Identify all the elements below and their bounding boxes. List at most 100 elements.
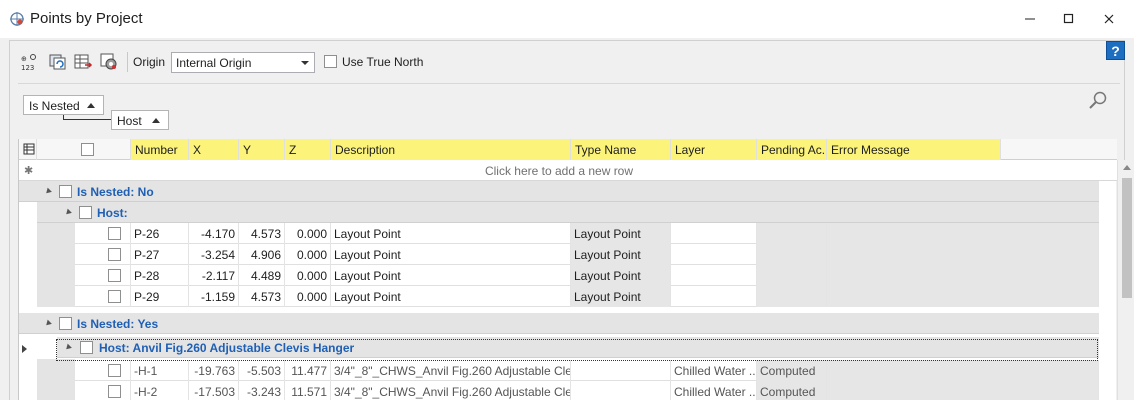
new-row-text: Click here to add a new row xyxy=(484,164,634,178)
cell-description[interactable]: 3/4"_8"_CHWS_Anvil Fig.260 Adjustable Cl… xyxy=(331,381,571,400)
column-header-x[interactable]: X xyxy=(189,139,239,160)
number-points-icon[interactable]: ⊕ 123 xyxy=(20,52,40,72)
cell-pending-action xyxy=(757,223,827,244)
cell-pending-action: Computed xyxy=(757,381,827,400)
row-checkbox[interactable] xyxy=(108,227,121,240)
cell-z[interactable]: 0.000 xyxy=(285,244,331,265)
group-chip-label: Is Nested xyxy=(29,99,80,113)
cell-layer[interactable] xyxy=(671,223,757,244)
cell-layer[interactable]: Chilled Water ... xyxy=(671,381,757,400)
minimize-button[interactable] xyxy=(1013,6,1047,32)
column-header-z[interactable]: Z xyxy=(285,139,331,160)
group-chip-label: Host xyxy=(117,114,142,128)
maximize-icon xyxy=(1063,13,1074,24)
cell-x[interactable]: -17.503 xyxy=(189,381,239,400)
group-indent xyxy=(57,359,75,400)
toolbar-separator xyxy=(127,52,128,72)
cell-number[interactable]: -H-2 xyxy=(131,381,189,400)
cell-type-name: Layout Point xyxy=(571,286,671,307)
cell-number[interactable]: P-29 xyxy=(131,286,189,307)
cell-y[interactable]: 4.573 xyxy=(239,286,285,307)
group-checkbox[interactable] xyxy=(59,317,72,330)
settings-gear-icon[interactable] xyxy=(99,52,119,72)
cell-y[interactable]: -5.503 xyxy=(239,360,285,381)
cell-error-message xyxy=(827,360,1099,381)
cell-description[interactable]: 3/4"_8"_CHWS_Anvil Fig.260 Adjustable Cl… xyxy=(331,360,571,381)
column-header-y[interactable]: Y xyxy=(239,139,285,160)
group-chip-is-nested[interactable]: Is Nested xyxy=(23,95,104,115)
column-header-layer[interactable]: Layer xyxy=(671,139,757,160)
cell-description[interactable]: Layout Point xyxy=(331,223,571,244)
table-row[interactable]: -H-2 -17.503 -3.243 11.571 3/4"_8"_CHWS_… xyxy=(75,381,1099,400)
export-table-icon[interactable] xyxy=(73,52,93,72)
cell-x[interactable]: -19.763 xyxy=(189,360,239,381)
cell-layer[interactable] xyxy=(671,286,757,307)
refresh-icon[interactable] xyxy=(48,52,68,72)
group-chip-host[interactable]: Host xyxy=(111,110,169,130)
row-check-cell xyxy=(75,360,131,381)
cell-z[interactable]: 0.000 xyxy=(285,223,331,244)
group-connector xyxy=(63,119,111,120)
chevron-down-icon xyxy=(301,61,309,65)
group-row-is-nested-yes[interactable]: Is Nested: Yes xyxy=(19,313,1099,334)
cell-z[interactable]: 11.571 xyxy=(285,381,331,400)
cell-description[interactable]: Layout Point xyxy=(331,286,571,307)
vertical-scrollbar[interactable] xyxy=(1117,160,1134,400)
select-all-checkbox[interactable] xyxy=(81,143,94,156)
cell-z[interactable]: 0.000 xyxy=(285,265,331,286)
cell-x[interactable]: -1.159 xyxy=(189,286,239,307)
group-checkbox[interactable] xyxy=(79,206,92,219)
column-header-description[interactable]: Description xyxy=(331,139,571,160)
group-row-is-nested-no[interactable]: Is Nested: No xyxy=(19,181,1099,202)
cell-z[interactable]: 0.000 xyxy=(285,286,331,307)
cell-layer[interactable] xyxy=(671,265,757,286)
new-row[interactable]: ✱ Click here to add a new row xyxy=(19,160,1117,181)
cell-x[interactable]: -3.254 xyxy=(189,244,239,265)
search-icon[interactable] xyxy=(1088,91,1108,111)
cell-number[interactable]: -H-1 xyxy=(131,360,189,381)
row-checkbox[interactable] xyxy=(108,364,121,377)
column-chooser-icon xyxy=(23,143,35,155)
cell-y[interactable]: -3.243 xyxy=(239,381,285,400)
row-checkbox[interactable] xyxy=(108,385,121,398)
column-header-type-name[interactable]: Type Name xyxy=(571,139,671,160)
cell-layer[interactable] xyxy=(671,244,757,265)
cell-description[interactable]: Layout Point xyxy=(331,265,571,286)
table-row[interactable]: P-27 -3.254 4.906 0.000 Layout Point Lay… xyxy=(75,244,1099,265)
subgroup-row-host[interactable]: Host: xyxy=(37,202,1099,223)
cell-number[interactable]: P-26 xyxy=(131,223,189,244)
cell-y[interactable]: 4.489 xyxy=(239,265,285,286)
cell-x[interactable]: -2.117 xyxy=(189,265,239,286)
table-row[interactable]: P-28 -2.117 4.489 0.000 Layout Point Lay… xyxy=(75,265,1099,286)
scrollbar-thumb[interactable] xyxy=(1122,178,1132,298)
table-row[interactable]: P-29 -1.159 4.573 0.000 Layout Point Lay… xyxy=(75,286,1099,307)
group-checkbox[interactable] xyxy=(59,185,72,198)
origin-dropdown-value: Internal Origin xyxy=(176,56,252,70)
column-header-error-message[interactable]: Error Message xyxy=(827,139,1001,160)
table-row[interactable]: -H-1 -19.763 -5.503 11.477 3/4"_8"_CHWS_… xyxy=(75,360,1099,381)
group-by-panel xyxy=(18,83,1120,139)
cell-y[interactable]: 4.573 xyxy=(239,223,285,244)
cell-z[interactable]: 11.477 xyxy=(285,360,331,381)
column-header-pending-action[interactable]: Pending Ac... xyxy=(757,139,827,160)
scroll-up-icon[interactable] xyxy=(1123,165,1131,170)
close-button[interactable] xyxy=(1092,6,1126,32)
origin-dropdown[interactable]: Internal Origin xyxy=(171,52,315,73)
row-checkbox[interactable] xyxy=(108,290,121,303)
row-checkbox[interactable] xyxy=(108,248,121,261)
column-chooser-button[interactable] xyxy=(19,139,37,160)
help-button[interactable]: ? xyxy=(1106,41,1125,60)
cell-layer[interactable]: Chilled Water ... xyxy=(671,360,757,381)
cell-pending-action: Computed xyxy=(757,360,827,381)
grid-header: Number X Y Z Description Type Name Layer… xyxy=(19,139,1117,160)
cell-number[interactable]: P-28 xyxy=(131,265,189,286)
row-checkbox[interactable] xyxy=(108,269,121,282)
cell-description[interactable]: Layout Point xyxy=(331,244,571,265)
use-true-north-checkbox[interactable] xyxy=(324,55,337,68)
cell-x[interactable]: -4.170 xyxy=(189,223,239,244)
maximize-button[interactable] xyxy=(1052,6,1086,32)
cell-number[interactable]: P-27 xyxy=(131,244,189,265)
table-row[interactable]: P-26 -4.170 4.573 0.000 Layout Point Lay… xyxy=(75,223,1099,244)
cell-y[interactable]: 4.906 xyxy=(239,244,285,265)
column-header-number[interactable]: Number xyxy=(131,139,189,160)
